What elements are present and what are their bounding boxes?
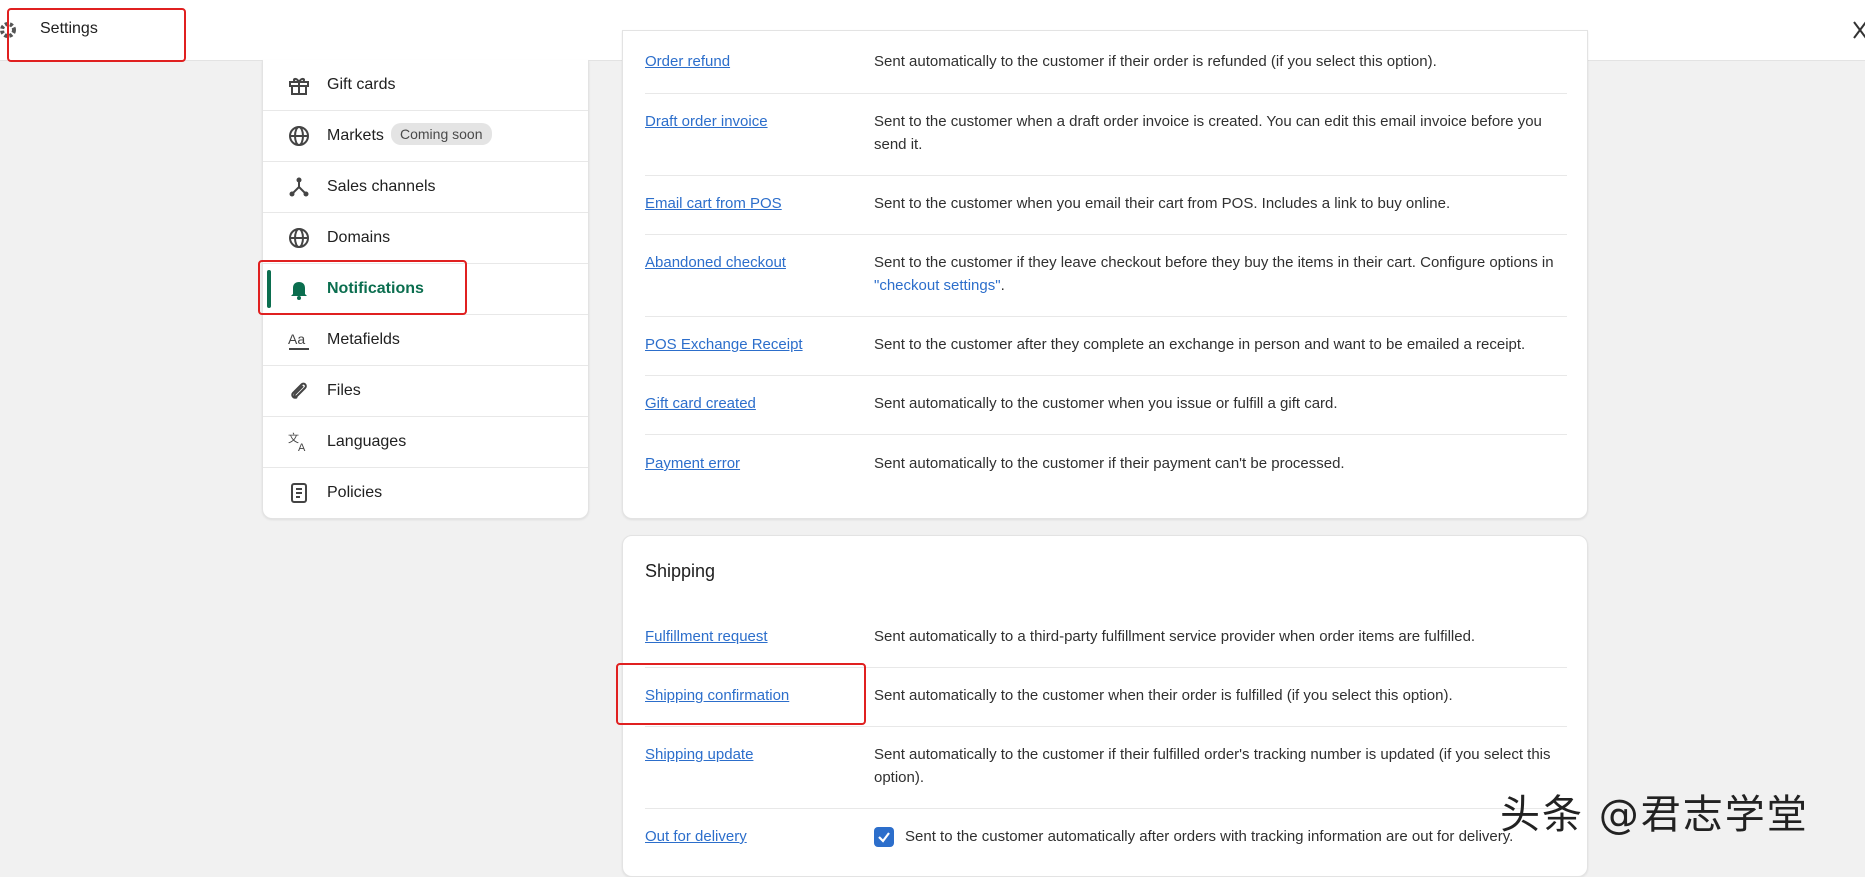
- notification-description: Sent automatically to the customer if th…: [874, 455, 1345, 472]
- payment-error-link[interactable]: Payment error: [645, 455, 740, 472]
- sidebar-item-policies[interactable]: Policies: [263, 468, 588, 518]
- shipping-update-link[interactable]: Shipping update: [645, 746, 753, 763]
- sidebar-item-files[interactable]: Files: [263, 366, 588, 417]
- notification-description: Sent automatically to the customer when …: [874, 687, 1453, 704]
- notification-row: Shipping update Sent automatically to th…: [645, 726, 1567, 809]
- sidebar-item-sales-channels[interactable]: Sales channels: [263, 162, 588, 213]
- notification-description: Sent automatically to a third-party fulf…: [874, 628, 1476, 645]
- sidebar-item-label: Files: [327, 382, 361, 399]
- notification-row: Gift card created Sent automatically to …: [645, 375, 1567, 435]
- globe-icon: [289, 126, 309, 146]
- notification-row: Order refund Sent automatically to the c…: [645, 31, 1567, 94]
- globe-icon: [289, 228, 309, 248]
- sidebar-item-label: Metafields: [327, 331, 400, 348]
- watermark: 头条 @君志学堂: [1500, 792, 1809, 838]
- section-title: Shipping: [645, 561, 716, 581]
- svg-text:A: A: [298, 442, 306, 454]
- abandoned-checkout-link[interactable]: Abandoned checkout: [645, 254, 786, 271]
- notification-row: Email cart from POS Sent to the customer…: [645, 175, 1567, 235]
- sidebar-item-label: Gift cards: [327, 76, 396, 93]
- fulfillment-request-link[interactable]: Fulfillment request: [645, 628, 768, 645]
- notification-description: Sent automatically to the customer if th…: [874, 53, 1437, 70]
- out-for-delivery-checkbox[interactable]: [874, 827, 894, 847]
- checkout-settings-link[interactable]: "checkout settings": [874, 277, 1001, 294]
- notification-description: Sent to the customer when you email thei…: [874, 195, 1451, 212]
- notification-row: Payment error Sent automatically to the …: [645, 434, 1567, 494]
- out-for-delivery-link[interactable]: Out for delivery: [645, 828, 747, 845]
- notifications-highlight-box: [258, 260, 467, 315]
- notification-description: Sent to the customer after they complete…: [874, 336, 1526, 353]
- metafields-icon: Aa: [288, 331, 309, 350]
- draft-order-invoice-link[interactable]: Draft order invoice: [645, 113, 768, 130]
- checkmark-icon: [878, 832, 890, 843]
- paperclip-icon: [291, 382, 307, 399]
- order-refund-link[interactable]: Order refund: [645, 53, 730, 70]
- order-notifications-card: Order refund Sent automatically to the c…: [622, 30, 1588, 519]
- pos-exchange-receipt-link[interactable]: POS Exchange Receipt: [645, 336, 803, 353]
- settings-highlight-box: [7, 8, 186, 62]
- notification-row: Fulfillment request Sent automatically t…: [645, 608, 1567, 668]
- notification-row: Out for delivery Sent to the customer au…: [645, 808, 1567, 868]
- description-text: .: [1000, 277, 1005, 294]
- notification-description: Sent automatically to the customer if th…: [874, 746, 1551, 786]
- email-cart-from-pos-link[interactable]: Email cart from POS: [645, 195, 782, 212]
- notification-description: Sent to the customer when a draft order …: [874, 113, 1542, 153]
- sidebar-item-markets[interactable]: Markets Coming soon: [263, 111, 588, 162]
- shipping-confirmation-highlight-box: [616, 663, 866, 725]
- sidebar-item-label: Sales channels: [327, 178, 436, 195]
- sales-channels-icon: [289, 177, 309, 197]
- sidebar-item-label: Markets: [327, 127, 384, 144]
- sidebar-item-label: Policies: [327, 484, 383, 501]
- close-icon[interactable]: [1852, 18, 1865, 42]
- notification-row: Abandoned checkout Sent to the customer …: [645, 234, 1567, 317]
- notification-row: Draft order invoice Sent to the customer…: [645, 93, 1567, 176]
- svg-text:Aa: Aa: [288, 331, 305, 347]
- notification-description: Sent to the customer if they leave check…: [874, 251, 1567, 297]
- coming-soon-badge: Coming soon: [391, 123, 492, 145]
- description-text: Sent to the customer if they leave check…: [874, 254, 1554, 271]
- sidebar-item-gift-cards[interactable]: Gift cards: [263, 60, 588, 111]
- policy-document-icon: [291, 483, 307, 503]
- sidebar-item-languages[interactable]: 文 A Languages: [263, 417, 588, 468]
- sidebar-item-metafields[interactable]: Aa Metafields: [263, 315, 588, 366]
- gift-card-created-link[interactable]: Gift card created: [645, 395, 756, 412]
- sidebar-item-domains[interactable]: Domains: [263, 213, 588, 264]
- notification-description: Sent to the customer automatically after…: [905, 828, 1514, 845]
- translate-icon: 文 A: [288, 431, 306, 454]
- sidebar-item-label: Domains: [327, 229, 391, 246]
- sidebar-item-label: Languages: [327, 433, 407, 450]
- gift-icon: [289, 78, 309, 95]
- notification-row: POS Exchange Receipt Sent to the custome…: [645, 316, 1567, 376]
- notification-description: Sent automatically to the customer when …: [874, 395, 1338, 412]
